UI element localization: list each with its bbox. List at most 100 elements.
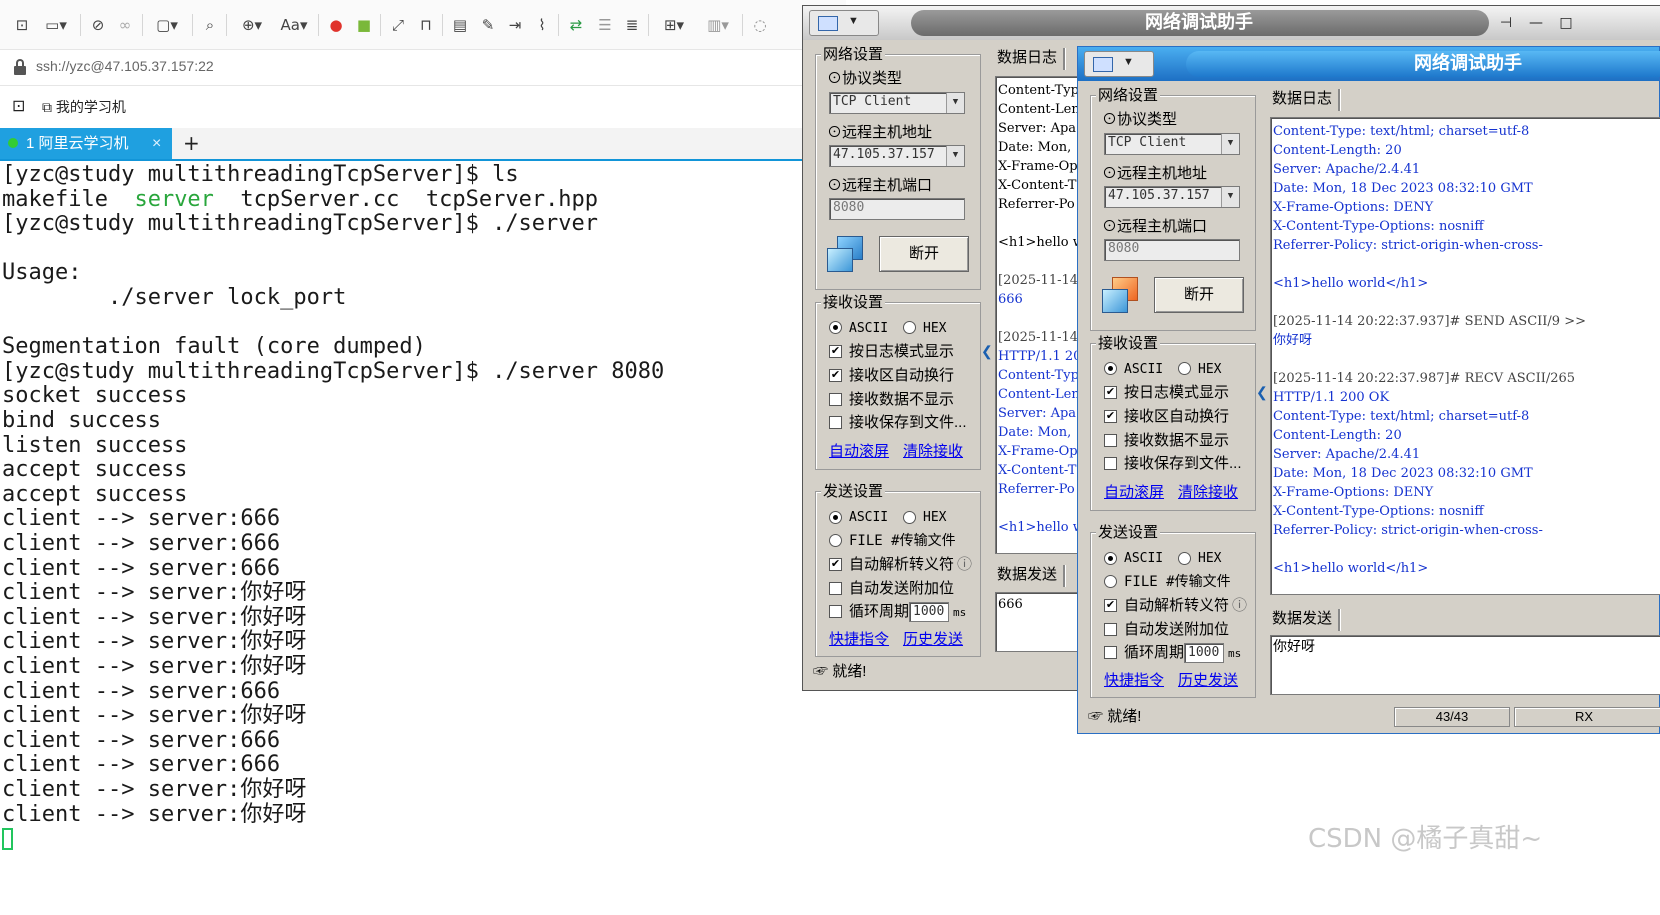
terminal-line: client --> server:你好呀 (2, 580, 307, 606)
data-send-tab[interactable]: 数据发送 (993, 565, 1061, 585)
protocol-select[interactable]: TCP Client ▼ (829, 92, 965, 114)
file-send-radio[interactable] (1104, 575, 1117, 588)
layout-icon[interactable]: ▥▾ (698, 14, 738, 36)
close-tab-icon[interactable]: × (152, 128, 161, 159)
search-icon[interactable]: ⌕ (198, 14, 222, 36)
open-folder-icon[interactable]: ▭▾ (38, 14, 74, 36)
system-menu-button[interactable]: ▼ (809, 10, 879, 36)
port-input[interactable]: 8080 (829, 198, 965, 220)
auto-scroll-link[interactable]: 自动滚屏 (829, 440, 889, 461)
connected-indicator (8, 138, 18, 148)
chat-icon[interactable]: ◌ (748, 14, 772, 36)
terminal-line: client --> server:666 (2, 752, 281, 778)
protocol-select[interactable]: TCP Client ▼ (1104, 133, 1240, 155)
send-ascii-radio[interactable] (829, 511, 842, 524)
minimize-icon[interactable]: — (1525, 12, 1547, 34)
save-file-checkbox[interactable] (1104, 457, 1117, 470)
font-icon[interactable]: Aa▾ (274, 14, 314, 36)
info-icon[interactable]: ⓘ (957, 556, 972, 574)
port-input[interactable]: 8080 (1104, 239, 1240, 261)
ms-unit: ms (1228, 647, 1242, 660)
script-icon[interactable]: ⌇ (530, 14, 554, 36)
clear-receive-link[interactable]: 清除接收 (1178, 481, 1238, 502)
loop-period-input[interactable]: 1000 (909, 602, 949, 622)
auto-wrap-checkbox[interactable]: ✔ (1104, 410, 1117, 423)
terminal[interactable]: [yzc@study multithreadingTcpServer]$ ls m… (0, 162, 846, 915)
add-pane-icon[interactable]: ⊞▾ (654, 14, 694, 36)
collapse-arrow-icon[interactable]: ❮ (1256, 383, 1268, 401)
history-link[interactable]: 历史发送 (903, 628, 963, 649)
globe-icon[interactable]: ⊕▾ (232, 14, 272, 36)
ssh-client-window: ⊡ ▭▾ ⊘ ∞ ▢▾ ⌕ ⊕▾ Aa▾ ● ■ ⤢ ⊓ ▤ ✎ ⇥ ⌇ ⇄ ☰… (0, 0, 846, 915)
sftp-icon[interactable]: ⇄ (564, 14, 588, 36)
terminal-cursor (2, 828, 13, 851)
chevron-down-icon: ▼ (1221, 134, 1239, 154)
new-session-icon[interactable]: ⊡ (10, 14, 34, 36)
brush-icon[interactable]: ✎ (476, 14, 500, 36)
system-menu-button[interactable]: ▼ (1084, 51, 1154, 77)
disconnect-icon[interactable]: ⊘ (86, 14, 110, 36)
log-line: 你好呀 (1273, 333, 1313, 348)
disconnect-button[interactable]: 断开 (1154, 277, 1244, 313)
new-tab-icon[interactable]: ⊡ (12, 97, 25, 117)
save-file-checkbox[interactable] (829, 416, 842, 429)
log-mode-checkbox[interactable]: ✔ (1104, 386, 1117, 399)
host-select[interactable]: 47.105.37.157 ▼ (829, 145, 965, 167)
recv-ascii-radio[interactable] (829, 321, 842, 334)
shortcut-link[interactable]: 快捷指令 (1104, 669, 1164, 690)
loop-checkbox[interactable] (829, 605, 842, 618)
auto-escape-checkbox[interactable]: ✔ (1104, 599, 1117, 612)
tab-session[interactable]: 1 阿里云学习机 × (0, 128, 172, 159)
recv-ascii-radio[interactable] (1104, 362, 1117, 375)
send-textarea[interactable]: 你好呀 (1270, 635, 1660, 695)
weibo-icon[interactable]: ● (324, 14, 348, 36)
add-tab-button[interactable]: + (183, 128, 200, 159)
recv-hex-radio[interactable] (1178, 362, 1191, 375)
log-line: [2025-11-14 20:22:37.987]# RECV ASCII/26… (1273, 371, 1576, 386)
link-icon[interactable]: ∞ (113, 14, 137, 36)
clear-receive-link[interactable]: 清除接收 (903, 440, 963, 461)
address-text[interactable]: ssh://yzc@47.105.37.157:22 (36, 58, 214, 74)
data-log-panel[interactable]: Content-Type: text/html; charset=utf-8 Co… (1270, 117, 1660, 595)
log-line: X-Content-Type-Options: nosniff (1273, 219, 1484, 234)
data-log-tab[interactable]: 数据日志 (993, 48, 1061, 68)
auto-wrap-checkbox[interactable]: ✔ (829, 369, 842, 382)
data-send-tab[interactable]: 数据发送 (1268, 609, 1336, 629)
shortcut-link[interactable]: 快捷指令 (829, 628, 889, 649)
auto-escape-checkbox[interactable]: ✔ (829, 558, 842, 571)
pin-icon[interactable]: ⊣ (1495, 12, 1517, 34)
fullscreen-icon[interactable]: ⤢ (386, 14, 410, 36)
lock-icon[interactable]: ⊓ (414, 14, 438, 36)
keyboard-icon[interactable]: ▤ (448, 14, 472, 36)
android-icon[interactable]: ■ (352, 14, 376, 36)
no-show-label: 接收数据不显示 (849, 391, 955, 408)
export-icon[interactable]: ⇥ (503, 14, 527, 36)
host-select[interactable]: 47.105.37.157 ▼ (1104, 186, 1240, 208)
auto-scroll-link[interactable]: 自动滚屏 (1104, 481, 1164, 502)
log-icon[interactable]: ≣ (620, 14, 644, 36)
loop-period-input[interactable]: 1000 (1184, 643, 1224, 663)
disconnect-button[interactable]: 断开 (879, 236, 969, 272)
auto-append-checkbox[interactable] (1104, 623, 1117, 636)
no-show-checkbox[interactable] (1104, 434, 1117, 447)
compose-icon[interactable]: ☰ (593, 14, 617, 36)
recv-hex-radio[interactable] (903, 321, 916, 334)
terminal-line: accept success (2, 457, 188, 483)
send-hex-radio[interactable] (1178, 552, 1191, 565)
file-send-radio[interactable] (829, 534, 842, 547)
address-bar[interactable]: ssh://yzc@47.105.37.157:22 (0, 50, 846, 86)
auto-append-checkbox[interactable] (829, 582, 842, 595)
info-icon[interactable]: ⓘ (1232, 597, 1247, 615)
history-link[interactable]: 历史发送 (1178, 669, 1238, 690)
collapse-arrow-icon[interactable]: ❮ (981, 342, 993, 360)
maximize-icon[interactable]: □ (1555, 12, 1577, 34)
log-mode-checkbox[interactable]: ✔ (829, 345, 842, 358)
log-line: Date: Mon, (998, 425, 1076, 440)
bookmark-item[interactable]: ⧉ 我的学习机 (42, 97, 126, 117)
send-hex-radio[interactable] (903, 511, 916, 524)
send-ascii-radio[interactable] (1104, 552, 1117, 565)
new-window-icon[interactable]: ▢▾ (148, 14, 186, 36)
loop-checkbox[interactable] (1104, 646, 1117, 659)
data-log-tab[interactable]: 数据日志 (1268, 89, 1336, 109)
no-show-checkbox[interactable] (829, 393, 842, 406)
